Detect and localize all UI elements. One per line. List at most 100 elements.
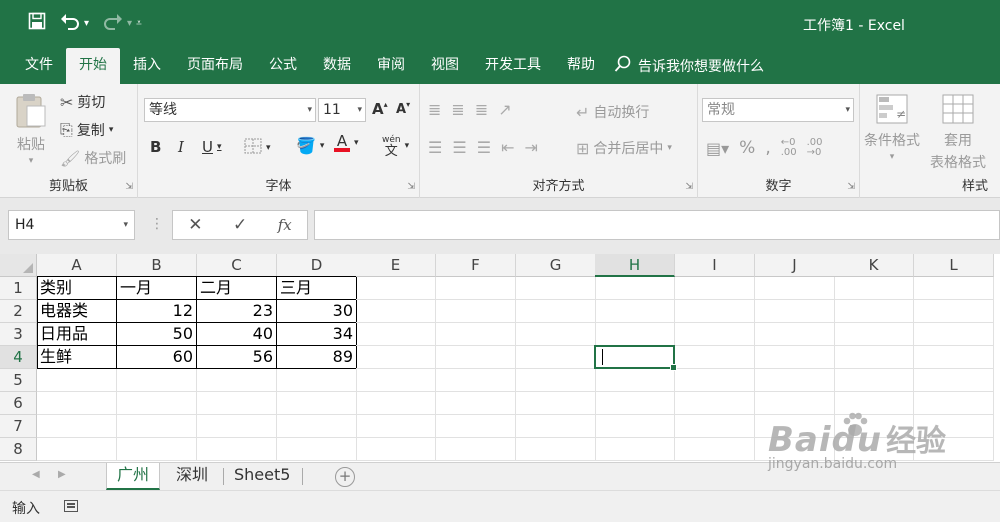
decrease-decimal-icon[interactable]: .00 →0	[807, 138, 823, 158]
cell-f5[interactable]	[436, 369, 516, 392]
cell-e1[interactable]	[356, 277, 436, 300]
conditional-format-button[interactable]: ≠ 条件格式 ▾	[864, 94, 920, 162]
cancel-icon[interactable]: ✕	[188, 215, 202, 235]
row-header-4[interactable]: 4	[0, 346, 37, 369]
customize-qat-icon[interactable]: ⩡	[136, 13, 142, 35]
tab-formulas[interactable]: 公式	[256, 48, 310, 84]
cell-b1[interactable]: 一月	[117, 277, 197, 300]
cell-g5[interactable]	[516, 369, 596, 392]
cell-h2[interactable]	[595, 300, 675, 323]
undo-dropdown-icon[interactable]: ▾	[84, 13, 89, 35]
column-header-a[interactable]: A	[37, 254, 117, 277]
cell-g6[interactable]	[516, 392, 596, 415]
cell-f8[interactable]	[436, 438, 516, 461]
row-header-3[interactable]: 3	[0, 323, 37, 346]
row-header-7[interactable]: 7	[0, 415, 37, 438]
column-header-h[interactable]: H	[595, 254, 675, 277]
increase-decimal-icon[interactable]: ←0.00	[781, 138, 797, 158]
italic-button[interactable]: I	[178, 138, 184, 156]
cell-d5[interactable]	[277, 369, 357, 392]
wrap-text-button[interactable]: ↵ 自动换行	[576, 102, 649, 122]
cell-j1[interactable]	[755, 277, 835, 300]
align-right-icon[interactable]: ☰	[477, 138, 491, 157]
cell-i2[interactable]	[675, 300, 755, 323]
cell-k2[interactable]	[834, 300, 914, 323]
select-all-button[interactable]	[0, 254, 37, 277]
cell-d6[interactable]	[277, 392, 357, 415]
orientation-icon[interactable]: ↗	[498, 100, 511, 119]
name-box[interactable]: H4 ▾	[8, 210, 135, 240]
comma-style-icon[interactable]: ,	[765, 138, 770, 158]
cell-d8[interactable]	[277, 438, 357, 461]
cell-d4[interactable]: 89	[277, 346, 357, 369]
cell-e5[interactable]	[356, 369, 436, 392]
dialog-launcher-icon[interactable]: ⇲	[125, 182, 133, 192]
cell-j5[interactable]	[755, 369, 835, 392]
cell-f1[interactable]	[436, 277, 516, 300]
cell-h1[interactable]	[595, 277, 675, 300]
cell-k5[interactable]	[834, 369, 914, 392]
cell-i1[interactable]	[675, 277, 755, 300]
cell-f7[interactable]	[436, 415, 516, 438]
cell-a4[interactable]: 生鲜	[37, 346, 117, 369]
column-header-l[interactable]: L	[914, 254, 994, 277]
cell-h5[interactable]	[595, 369, 675, 392]
number-format-combo[interactable]: 常规 ▾	[702, 98, 854, 122]
column-header-b[interactable]: B	[117, 254, 197, 277]
cell-c8[interactable]	[197, 438, 277, 461]
cell-l3[interactable]	[914, 323, 994, 346]
cell-l2[interactable]	[914, 300, 994, 323]
cell-a5[interactable]	[37, 369, 117, 392]
cell-d2[interactable]: 30	[277, 300, 357, 323]
cell-h6[interactable]	[595, 392, 675, 415]
cell-j6[interactable]	[755, 392, 835, 415]
cell-a6[interactable]	[37, 392, 117, 415]
cell-b5[interactable]	[117, 369, 197, 392]
cell-h8[interactable]	[595, 438, 675, 461]
cell-i6[interactable]	[675, 392, 755, 415]
cell-c5[interactable]	[197, 369, 277, 392]
cell-a8[interactable]	[37, 438, 117, 461]
cell-i4[interactable]	[675, 346, 755, 369]
cell-k1[interactable]	[834, 277, 914, 300]
cell-j2[interactable]	[755, 300, 835, 323]
tab-data[interactable]: 数据	[310, 48, 364, 84]
font-name-combo[interactable]: 等线 ▾	[144, 98, 316, 122]
font-color-button[interactable]: A ▾	[334, 134, 359, 152]
cell-l1[interactable]	[914, 277, 994, 300]
cell-c6[interactable]	[197, 392, 277, 415]
dialog-launcher-icon[interactable]: ⇲	[847, 182, 855, 192]
cell-g3[interactable]	[516, 323, 596, 346]
cell-d3[interactable]: 34	[277, 323, 357, 346]
redo-dropdown-icon[interactable]: ▾	[127, 13, 132, 35]
active-cell-cursor[interactable]	[594, 345, 677, 371]
tab-help[interactable]: 帮助	[554, 48, 608, 84]
cell-a3[interactable]: 日用品	[37, 323, 117, 346]
shrink-font-button[interactable]: A ▾	[396, 100, 410, 117]
cell-b2[interactable]: 12	[117, 300, 197, 323]
column-header-c[interactable]: C	[197, 254, 277, 277]
borders-button[interactable]: ▾	[244, 138, 271, 158]
cell-f3[interactable]	[436, 323, 516, 346]
font-size-combo[interactable]: 11 ▾	[318, 98, 366, 122]
percent-icon[interactable]: %	[739, 138, 755, 158]
cell-j3[interactable]	[755, 323, 835, 346]
cell-e7[interactable]	[356, 415, 436, 438]
column-header-g[interactable]: G	[516, 254, 596, 277]
fill-color-button[interactable]: 🪣 ▾	[296, 136, 324, 155]
add-sheet-icon[interactable]: +	[335, 467, 355, 487]
column-header-j[interactable]: J	[755, 254, 835, 277]
format-as-table-button[interactable]: 套用 表格格式	[930, 94, 986, 172]
column-header-i[interactable]: I	[675, 254, 755, 277]
row-header-2[interactable]: 2	[0, 300, 37, 323]
sheet-tab-sheet5[interactable]: Sheet5	[224, 463, 300, 490]
enter-icon[interactable]: ✓	[233, 215, 247, 235]
cell-c4[interactable]: 56	[197, 346, 277, 369]
align-left-icon[interactable]: ☰	[428, 138, 442, 157]
cell-l6[interactable]	[914, 392, 994, 415]
cell-g4[interactable]	[516, 346, 596, 369]
tab-page-layout[interactable]: 页面布局	[174, 48, 256, 84]
formula-input[interactable]	[314, 210, 1000, 240]
column-header-k[interactable]: K	[834, 254, 914, 277]
decrease-indent-icon[interactable]: ⇤	[501, 138, 514, 157]
